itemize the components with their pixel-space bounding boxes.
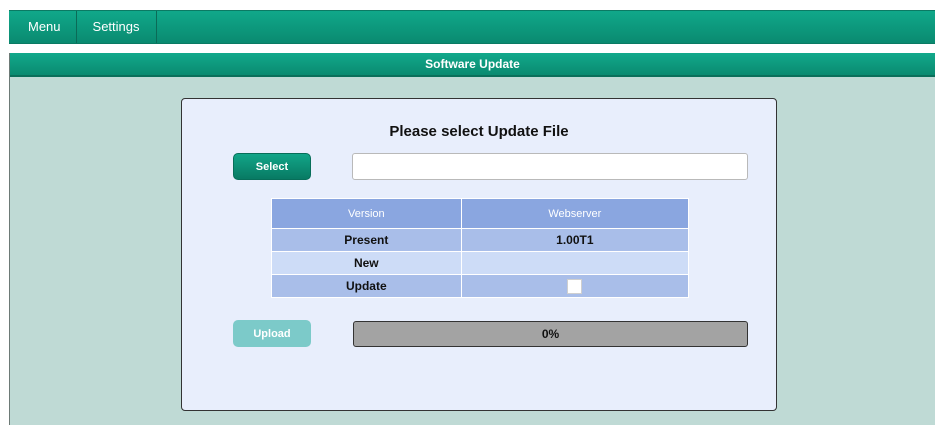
top-nav-bar: Menu Settings [9,10,935,44]
row-label-update: Update [271,274,462,298]
row-label-new: New [271,251,462,275]
file-path-input[interactable] [352,153,748,180]
header-webserver: Webserver [460,198,690,229]
present-version-value: 1.00T1 [460,228,690,252]
upload-progress-bar: 0% [353,321,748,347]
row-label-present: Present [271,228,462,252]
table-row-new: New [271,251,690,275]
table-row-present: Present 1.00T1 [271,228,690,252]
update-panel: Please select Update File Select Version… [181,98,777,411]
table-row-update: Update [271,274,690,298]
upload-button[interactable]: Upload [233,320,311,347]
update-checkbox-cell [460,274,690,298]
nav-item-settings[interactable]: Settings [77,11,157,43]
nav-item-menu[interactable]: Menu [9,11,77,43]
section-title-bar: Software Update [10,53,935,77]
content-frame: Software Update Please select Update Fil… [9,53,935,425]
new-version-value [460,251,690,275]
panel-title: Please select Update File [389,123,569,140]
update-checkbox[interactable] [567,278,583,294]
header-version: Version [271,198,462,229]
version-table: Version Webserver Present 1.00T1 New Upd… [271,198,690,298]
table-header-row: Version Webserver [271,198,690,229]
select-button[interactable]: Select [233,153,311,180]
